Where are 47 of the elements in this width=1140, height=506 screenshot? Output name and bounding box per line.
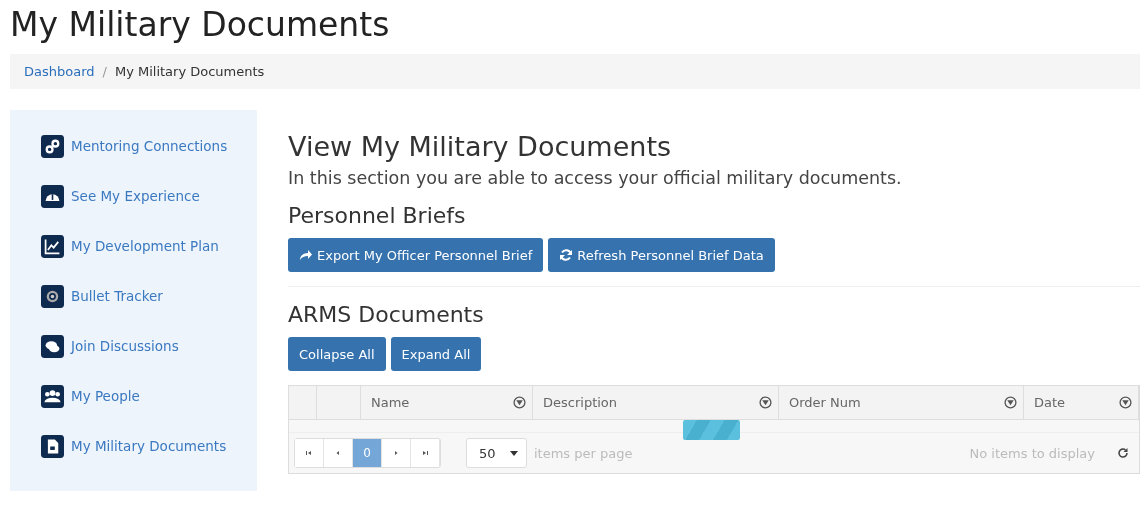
target-icon — [41, 284, 64, 308]
filter-icon[interactable] — [1004, 396, 1017, 409]
refresh-icon — [559, 248, 574, 262]
export-button[interactable]: Export My Officer Personnel Brief — [288, 238, 544, 272]
line-chart-icon — [41, 234, 64, 258]
column-header: Order Num — [789, 395, 861, 410]
sidebar-link[interactable]: My Development Plan — [71, 238, 219, 254]
sidebar-link[interactable]: Bullet Tracker — [71, 288, 163, 304]
page-title: My Military Documents — [9, 4, 390, 46]
toggle-all-button[interactable]: Expand All — [390, 337, 482, 371]
caret-icon — [510, 450, 518, 456]
breadcrumb-separator: / — [102, 64, 107, 79]
link-icon — [41, 134, 64, 158]
share-arrow-icon — [299, 248, 313, 262]
loading-bar — [683, 420, 740, 440]
filter-icon[interactable] — [1119, 396, 1132, 409]
page-size-dropdown[interactable]: 50 — [466, 438, 527, 468]
page-number-button[interactable]: 0 — [353, 439, 382, 467]
first-page-icon — [305, 449, 313, 457]
gauge-icon — [41, 184, 64, 208]
next-page-icon — [392, 449, 400, 457]
filter-icon[interactable] — [513, 396, 526, 409]
section-heading: ARMS Documents — [288, 301, 485, 329]
section-title: View My Military Documents — [288, 130, 673, 164]
sidebar-link[interactable]: See My Experience — [71, 188, 200, 204]
toggle-all-button[interactable]: Collapse All — [288, 337, 386, 371]
breadcrumb-link[interactable]: Dashboard — [24, 64, 95, 79]
refresh-button[interactable]: Refresh Personnel Brief Data — [548, 238, 775, 272]
page-size-label: items per page — [534, 445, 633, 461]
breadcrumb-current: My Military Documents — [114, 64, 265, 79]
section-heading: Personnel Briefs — [288, 202, 467, 230]
document-icon — [41, 434, 64, 458]
pager-status: No items to display — [969, 445, 1095, 461]
column-header: Name — [371, 395, 410, 410]
chat-bubbles-icon — [41, 334, 64, 358]
sidebar-link[interactable]: Join Discussions — [71, 338, 179, 354]
column-header: Description — [543, 395, 618, 410]
previous-page-icon — [334, 449, 342, 457]
filter-icon[interactable] — [759, 396, 772, 409]
sidebar-link[interactable]: Mentoring Connections — [71, 138, 228, 154]
column-header: Date — [1034, 395, 1066, 410]
intro-text: In this section you are able to access your official military documents. — [288, 168, 903, 188]
sidebar-link[interactable]: My Military Documents — [71, 438, 227, 454]
refresh-icon[interactable] — [1117, 447, 1129, 459]
sidebar-link[interactable]: My People — [71, 388, 140, 404]
people-icon — [41, 384, 64, 408]
last-page-icon — [421, 449, 429, 457]
